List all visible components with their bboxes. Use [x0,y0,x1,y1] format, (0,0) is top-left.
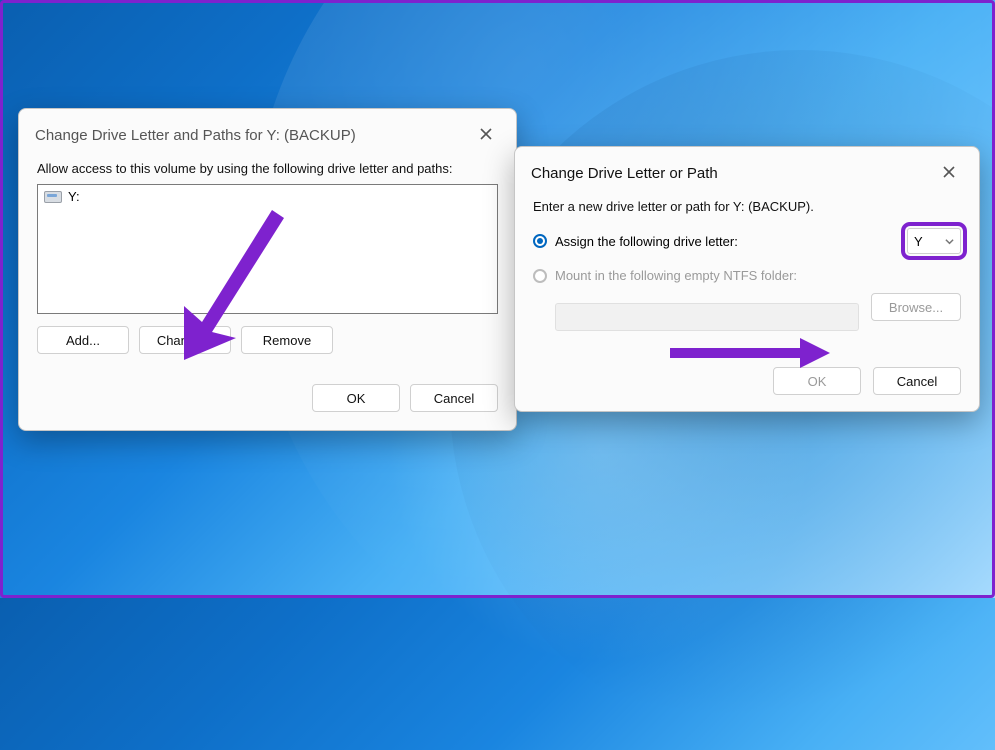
mount-folder-radio[interactable]: Mount in the following empty NTFS folder… [533,268,961,283]
ok-button[interactable]: OK [312,384,400,412]
chevron-down-icon [945,234,954,249]
close-icon [480,127,492,143]
folder-path-input [555,303,859,331]
list-item[interactable]: Y: [44,189,491,204]
drive-letter-value: Y [914,234,923,249]
mount-folder-label: Mount in the following empty NTFS folder… [555,268,797,283]
cancel-button[interactable]: Cancel [410,384,498,412]
change-button[interactable]: Change... [139,326,231,354]
change-drive-letter-or-path-dialog: Change Drive Letter or Path Enter a new … [514,146,980,412]
dialog2-titlebar: Change Drive Letter or Path [515,147,979,195]
dialog1-titlebar: Change Drive Letter and Paths for Y: (BA… [19,109,516,157]
close-button[interactable] [472,121,500,149]
dialog2-title: Change Drive Letter or Path [531,165,718,182]
close-button[interactable] [935,159,963,187]
cancel-button[interactable]: Cancel [873,367,961,395]
ok-button[interactable]: OK [773,367,861,395]
browse-button[interactable]: Browse... [871,293,961,321]
change-drive-letter-paths-dialog: Change Drive Letter and Paths for Y: (BA… [18,108,517,431]
dialog2-instruction: Enter a new drive letter or path for Y: … [533,199,961,214]
radio-unselected-icon [533,269,547,283]
add-button[interactable]: Add... [37,326,129,354]
paths-listbox[interactable]: Y: [37,184,498,314]
assign-letter-radio[interactable]: Assign the following drive letter: [533,234,738,249]
list-item-label: Y: [68,189,80,204]
dialog1-title: Change Drive Letter and Paths for Y: (BA… [35,127,356,144]
assign-letter-label: Assign the following drive letter: [555,234,738,249]
dialog1-instruction: Allow access to this volume by using the… [37,161,498,176]
radio-selected-icon [533,234,547,248]
remove-button[interactable]: Remove [241,326,333,354]
drive-icon [44,191,62,203]
close-icon [943,165,955,181]
drive-letter-select[interactable]: Y [907,228,961,254]
